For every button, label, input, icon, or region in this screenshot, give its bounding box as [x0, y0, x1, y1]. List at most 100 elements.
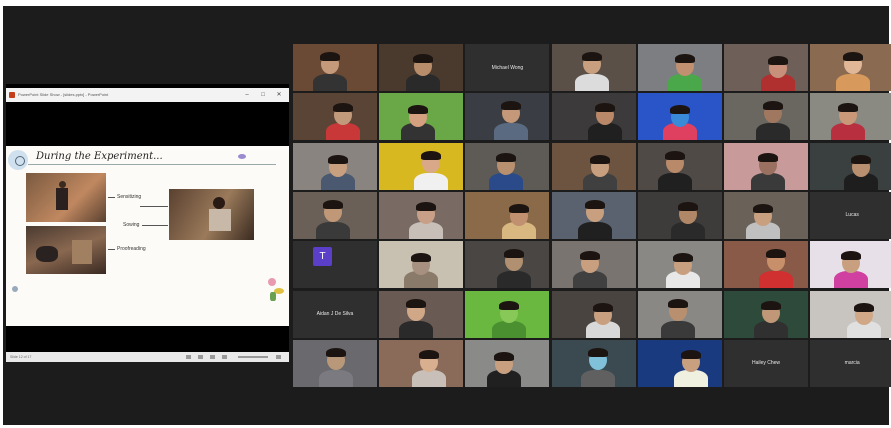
- participant-video-body: [399, 320, 434, 338]
- participant-video-body: [412, 369, 447, 387]
- participant-video-face: [753, 203, 773, 226]
- participant-tile[interactable]: Lucas: [810, 191, 891, 239]
- participant-tile[interactable]: [551, 290, 636, 338]
- participant-video-body: [574, 74, 609, 91]
- participant-video-hair: [496, 152, 517, 162]
- close-button[interactable]: ✕: [272, 88, 286, 102]
- slide-photo-proofreading: [26, 226, 106, 274]
- zoom-meeting-window: PowerPoint Slide Show - [slides.pptx] - …: [3, 6, 891, 425]
- slide-counter: Slide 12 of 17: [10, 355, 32, 359]
- participant-video-face: [758, 152, 778, 175]
- participant-name: Aidan J De Silva: [316, 311, 354, 317]
- participant-video-body: [409, 221, 444, 239]
- participant-tile[interactable]: [465, 93, 550, 141]
- participant-tile[interactable]: [637, 93, 722, 141]
- participant-tile[interactable]: [293, 142, 377, 190]
- participant-tile[interactable]: [551, 93, 636, 141]
- normal-view-icon[interactable]: [186, 355, 191, 359]
- participant-video-face: [851, 154, 872, 177]
- participant-name: Lucas: [845, 212, 859, 219]
- participant-tile[interactable]: [637, 44, 722, 91]
- participant-video-body: [326, 123, 360, 141]
- participant-video-face: [843, 52, 864, 74]
- participant-tile[interactable]: [810, 44, 891, 91]
- participant-tile[interactable]: Hailey Chew: [724, 339, 808, 387]
- participant-tile[interactable]: [551, 191, 636, 239]
- participant-tile[interactable]: [551, 241, 636, 289]
- participant-tile[interactable]: [637, 191, 722, 239]
- participant-tile[interactable]: [465, 241, 550, 289]
- participant-tile[interactable]: marcia: [810, 339, 891, 387]
- participant-tile[interactable]: [379, 290, 464, 338]
- participant-tile[interactable]: [379, 191, 464, 239]
- participant-tile[interactable]: Michael Wong: [465, 44, 550, 91]
- participant-video-face: [333, 103, 353, 126]
- participant-video-face: [768, 56, 788, 78]
- participant-video-hair: [320, 52, 340, 61]
- slideshow-view-icon[interactable]: [222, 355, 227, 359]
- participant-name: Michael Wong: [491, 64, 524, 71]
- participant-video-face: [499, 300, 520, 323]
- participant-tile[interactable]: [724, 241, 808, 289]
- participant-tile[interactable]: [724, 44, 808, 91]
- leaf-icon: [270, 292, 276, 301]
- participant-tile[interactable]: [724, 191, 808, 239]
- participant-tile[interactable]: [810, 142, 891, 190]
- participant-video-hair: [768, 56, 788, 65]
- maximize-button[interactable]: □: [256, 88, 270, 102]
- minimize-button[interactable]: –: [240, 88, 254, 102]
- zoom-slider[interactable]: [238, 356, 268, 358]
- participant-tile[interactable]: [810, 241, 891, 289]
- participant-video-body: [489, 172, 524, 190]
- participant-tile[interactable]: [551, 339, 636, 387]
- participant-tile[interactable]: [293, 191, 377, 239]
- participant-tile[interactable]: [465, 290, 550, 338]
- participant-tile[interactable]: [810, 93, 891, 141]
- participant-tile[interactable]: [724, 142, 808, 190]
- participant-tile[interactable]: [379, 339, 464, 387]
- participant-video-hair: [323, 199, 343, 209]
- participant-tile[interactable]: [293, 339, 377, 387]
- participant-video-face: [323, 199, 343, 222]
- participant-video-hair: [594, 103, 615, 113]
- participant-tile[interactable]: [293, 93, 377, 141]
- participant-video-face: [594, 103, 615, 126]
- participant-video-hair: [753, 203, 773, 213]
- fit-slide-icon[interactable]: [276, 355, 281, 359]
- participant-video-body: [492, 320, 527, 338]
- sorter-view-icon[interactable]: [198, 355, 203, 359]
- participant-video-body: [319, 369, 353, 387]
- participant-tile[interactable]: [637, 290, 722, 338]
- participant-tile[interactable]: [379, 93, 464, 141]
- participant-video-body: [759, 271, 793, 289]
- participant-tile[interactable]: [465, 142, 550, 190]
- participant-video-face: [664, 150, 685, 173]
- participant-video-body: [580, 369, 615, 387]
- participant-video-face: [592, 302, 613, 325]
- participant-tile[interactable]: [379, 44, 464, 91]
- participant-tile[interactable]: [637, 142, 722, 190]
- participant-video-hair: [579, 251, 600, 261]
- participant-tile[interactable]: [810, 290, 891, 338]
- participant-tile[interactable]: T: [293, 241, 377, 289]
- participant-tile[interactable]: Aidan J De Silva: [293, 290, 377, 338]
- participant-tile[interactable]: [465, 191, 550, 239]
- butterfly-icon: [238, 154, 246, 159]
- participant-tile[interactable]: [724, 290, 808, 338]
- participant-video-hair: [664, 150, 685, 160]
- participant-tile[interactable]: [293, 44, 377, 91]
- participant-video-body: [577, 221, 612, 239]
- reading-view-icon[interactable]: [210, 355, 215, 359]
- participant-video-hair: [413, 54, 434, 63]
- participant-tile[interactable]: [551, 142, 636, 190]
- participant-video-hair: [680, 349, 701, 359]
- participant-tile[interactable]: [637, 241, 722, 289]
- participant-video-face: [841, 251, 862, 274]
- participant-tile[interactable]: [379, 241, 464, 289]
- participant-tile[interactable]: [551, 44, 636, 91]
- participant-tile[interactable]: [379, 142, 464, 190]
- participant-tile[interactable]: [465, 339, 550, 387]
- participant-video-face: [413, 54, 434, 76]
- participant-tile[interactable]: [724, 93, 808, 141]
- participant-tile[interactable]: [637, 339, 722, 387]
